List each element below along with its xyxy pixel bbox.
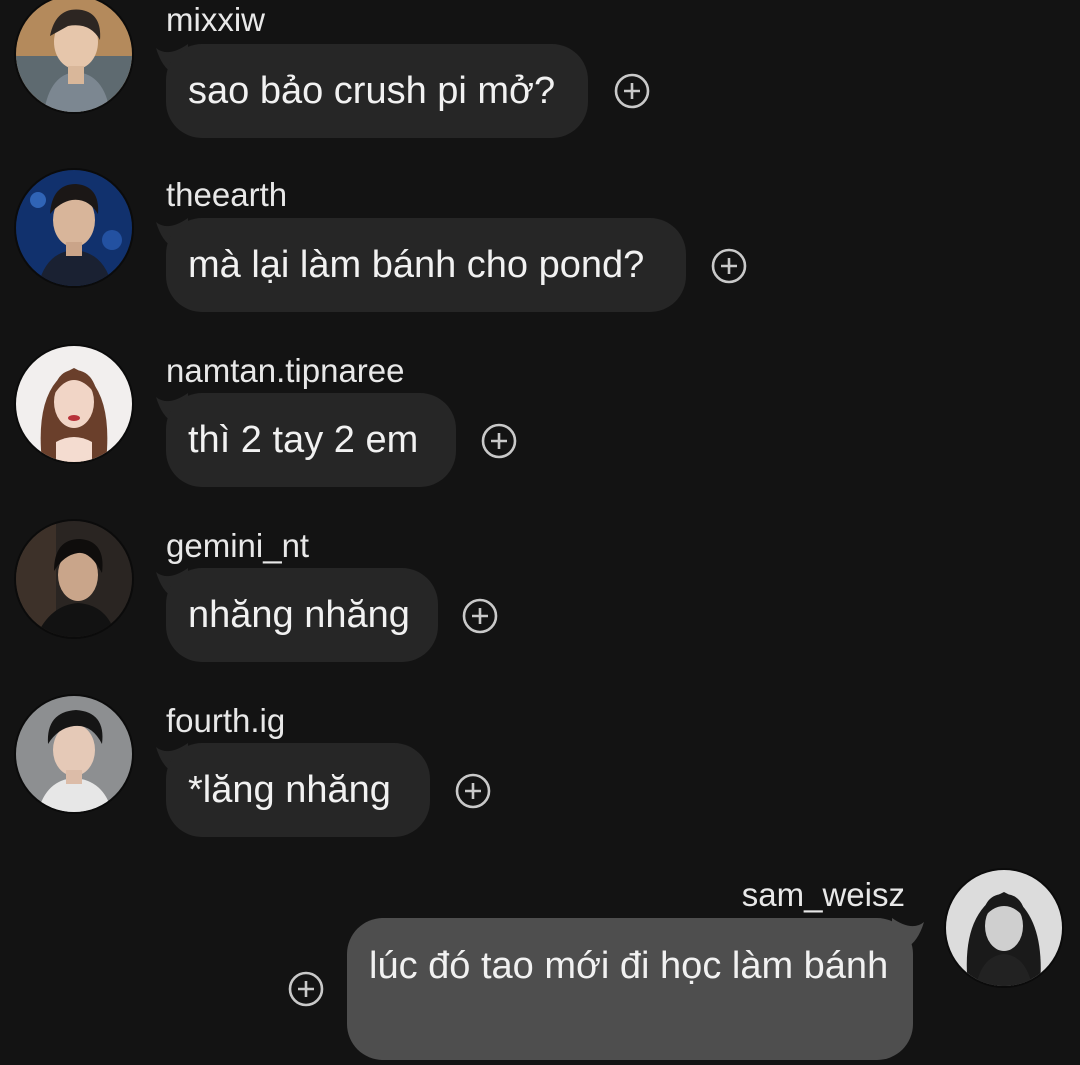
add-reaction-icon[interactable] bbox=[711, 248, 747, 284]
avatar[interactable] bbox=[16, 696, 132, 812]
avatar[interactable] bbox=[946, 870, 1062, 986]
username[interactable]: sam_weisz bbox=[733, 877, 905, 913]
username[interactable]: fourth.ig bbox=[166, 703, 285, 739]
chat-thread: mixxiw sao bảo crush pi mở? theearth mà … bbox=[0, 0, 1080, 1065]
username[interactable]: mixxiw bbox=[166, 2, 265, 38]
avatar[interactable] bbox=[16, 521, 132, 637]
add-reaction-icon[interactable] bbox=[288, 971, 324, 1007]
username[interactable]: gemini_nt bbox=[166, 528, 309, 564]
message-bubble[interactable]: thì 2 tay 2 em bbox=[166, 393, 456, 487]
avatar[interactable] bbox=[16, 170, 132, 286]
add-reaction-icon[interactable] bbox=[455, 773, 491, 809]
add-reaction-icon[interactable] bbox=[462, 598, 498, 634]
message-bubble[interactable]: nhăng nhăng bbox=[166, 568, 438, 662]
add-reaction-icon[interactable] bbox=[614, 73, 650, 109]
message-bubble[interactable]: mà lại làm bánh cho pond? bbox=[166, 218, 686, 312]
add-reaction-icon[interactable] bbox=[481, 423, 517, 459]
avatar[interactable] bbox=[16, 346, 132, 462]
message-bubble[interactable]: sao bảo crush pi mở? bbox=[166, 44, 588, 138]
username[interactable]: namtan.tipnaree bbox=[166, 353, 405, 389]
message-bubble[interactable]: lúc đó tao mới đi học làm bánh bbox=[347, 918, 913, 1060]
avatar[interactable] bbox=[16, 0, 132, 112]
username[interactable]: theearth bbox=[166, 177, 287, 213]
message-bubble[interactable]: *lăng nhăng bbox=[166, 743, 430, 837]
